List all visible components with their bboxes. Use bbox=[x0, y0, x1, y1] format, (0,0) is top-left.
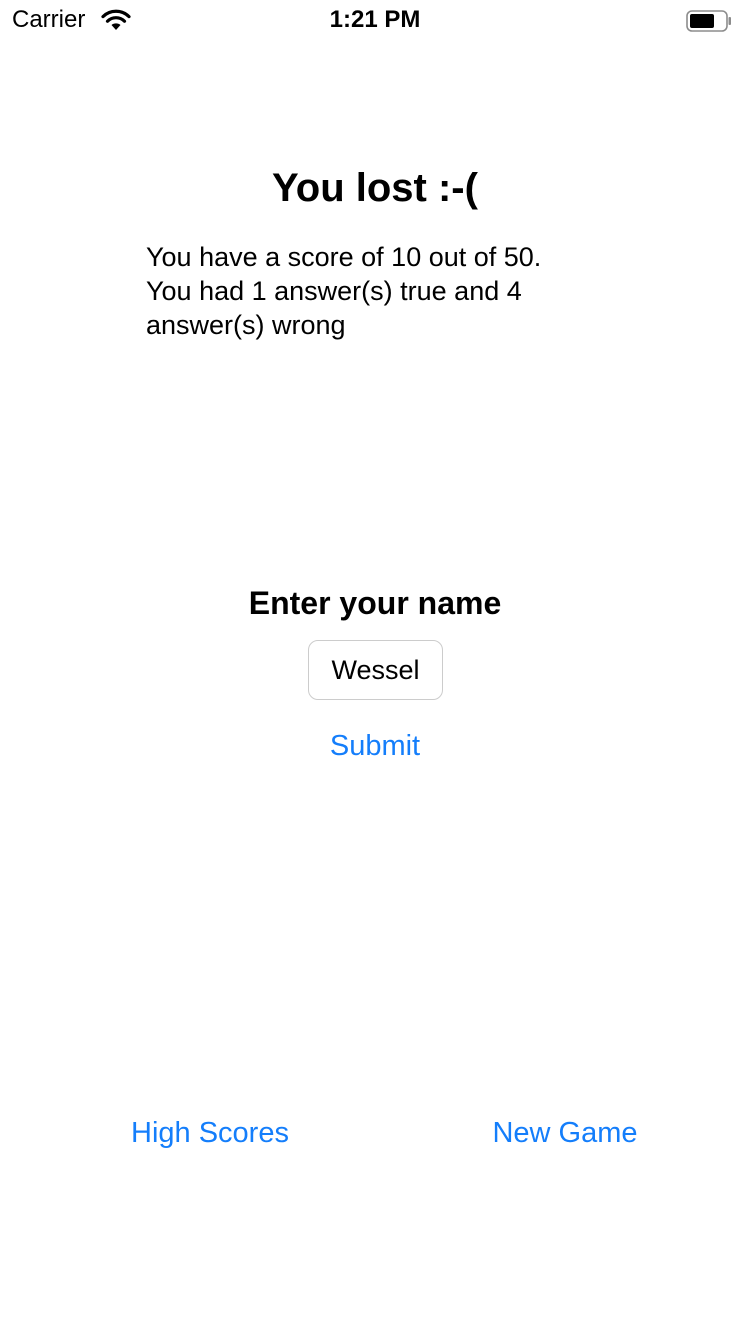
high-scores-button[interactable]: High Scores bbox=[110, 1115, 310, 1151]
battery-icon bbox=[686, 10, 731, 32]
new-game-button[interactable]: New Game bbox=[470, 1115, 660, 1151]
score-message: You have a score of 10 out of 50. You ha… bbox=[146, 242, 542, 340]
status-time: 1:21 PM bbox=[329, 6, 421, 33]
status-bar: Carrier 1:21 PM bbox=[0, 0, 750, 40]
submit-button[interactable]: Submit bbox=[0, 728, 750, 764]
result-title: You lost :-( bbox=[272, 166, 478, 210]
name-input[interactable] bbox=[308, 640, 443, 700]
name-heading: Enter your name bbox=[248, 585, 502, 621]
